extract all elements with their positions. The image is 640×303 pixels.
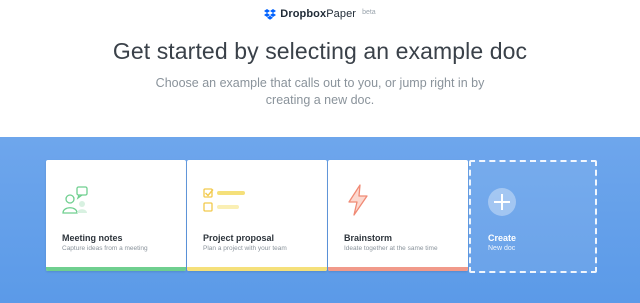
checklist-icon bbox=[203, 188, 245, 212]
beta-badge: beta bbox=[362, 9, 376, 16]
template-card-title: Meeting notes bbox=[62, 233, 123, 243]
lightning-icon bbox=[348, 184, 368, 216]
template-card-accent-bar bbox=[328, 267, 468, 271]
meeting-people-icon bbox=[62, 186, 88, 214]
page-subtitle: Choose an example that calls out to you,… bbox=[155, 76, 485, 107]
template-card-description: Capture ideas from a meeting bbox=[62, 245, 148, 252]
create-description: New doc bbox=[488, 245, 516, 252]
template-card-title: Project proposal bbox=[203, 233, 275, 243]
template-card-accent-bar bbox=[187, 267, 327, 271]
template-card-title: Brainstorm bbox=[344, 233, 393, 243]
template-card-accent-bar bbox=[46, 267, 186, 271]
template-card-description: Plan a project with your team bbox=[203, 245, 287, 252]
template-card-meeting-notes[interactable]: Meeting notes Capture ideas from a meeti… bbox=[46, 160, 186, 271]
dropbox-logo-icon bbox=[264, 8, 277, 20]
brand-name-light: Paper bbox=[326, 8, 357, 20]
create-title: Create bbox=[488, 233, 517, 243]
create-new-doc-button[interactable]: Create New doc bbox=[469, 160, 597, 273]
header: DropboxPaper beta Get started by selecti… bbox=[0, 0, 640, 137]
brand-name: DropboxPaper bbox=[280, 8, 356, 20]
plus-icon bbox=[488, 188, 516, 216]
brand-name-bold: Dropbox bbox=[280, 8, 327, 20]
brand-logo: DropboxPaper beta bbox=[0, 8, 640, 20]
template-card-brainstorm[interactable]: Brainstorm Ideate together at the same t… bbox=[328, 160, 468, 271]
onboarding-page: DropboxPaper beta Get started by selecti… bbox=[0, 0, 640, 303]
template-card-project-proposal[interactable]: Project proposal Plan a project with you… bbox=[187, 160, 327, 271]
page-title: Get started by selecting an example doc bbox=[112, 38, 528, 64]
template-card-description: Ideate together at the same time bbox=[344, 245, 438, 252]
